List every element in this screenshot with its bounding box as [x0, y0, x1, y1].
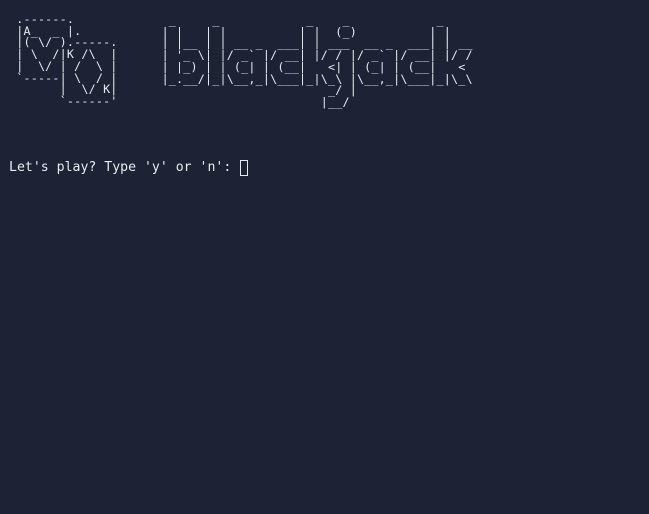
blackjack-logo-ascii-art: _ _ _ _ _ | | | | | | (_) | | | |__ | | … — [161, 13, 473, 109]
playing-cards-ascii-art: .------. |A_ _ |. |( \/ ).-----. | \ /|K… — [16, 12, 118, 108]
play-prompt: Let's play? Type 'y' or 'n': — [9, 160, 240, 175]
prompt-line[interactable]: Let's play? Type 'y' or 'n': — [9, 159, 249, 176]
terminal-window[interactable]: .------. |A_ _ |. |( \/ ).-----. | \ /|K… — [0, 0, 649, 514]
text-cursor — [240, 159, 249, 176]
blackjack-banner: .------. |A_ _ |. |( \/ ).-----. | \ /|K… — [9, 12, 649, 109]
